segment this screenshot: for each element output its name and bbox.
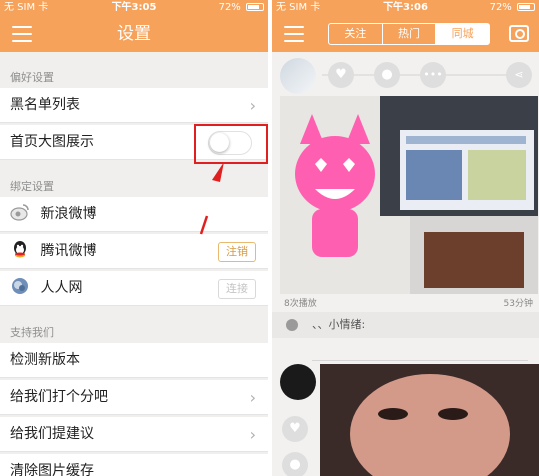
tencent-qq-icon <box>14 241 26 258</box>
feedback-row[interactable]: 给我们提建议 › <box>0 417 268 452</box>
media-bottom-panel <box>410 216 538 294</box>
feedback-label: 给我们提建议 <box>10 426 94 442</box>
settings-nav-bar: 设置 <box>0 16 268 52</box>
section-title-binding: 绑定设置 <box>10 180 54 193</box>
status-bar: 无 SIM 卡 下午3:06 72% <box>272 0 539 16</box>
battery-indicator: 72% <box>490 0 535 16</box>
comment-icon[interactable]: ● <box>282 452 308 476</box>
share-icon[interactable]: ⋖ <box>506 62 532 88</box>
tab-hot[interactable]: 热门 <box>383 24 437 44</box>
renren-row: 人人网 连接 <box>0 271 268 306</box>
chevron-right-icon: › <box>249 425 256 444</box>
blacklist-row[interactable]: 黑名单列表 › <box>0 88 268 123</box>
settings-screen: 无 SIM 卡 下午3:05 72% 设置 偏好设置 黑名单列表 › 首页大图展… <box>0 0 268 476</box>
sina-weibo-icon <box>10 204 29 221</box>
post-media[interactable] <box>320 364 539 476</box>
section-title-support: 支持我们 <box>10 326 54 339</box>
clear-cache-row[interactable]: 清除图片缓存 <box>0 454 268 476</box>
battery-icon <box>517 3 535 11</box>
comment-icon[interactable]: ● <box>374 62 400 88</box>
heart-icon[interactable]: ♥ <box>282 416 308 442</box>
battery-percent: 72% <box>218 2 241 13</box>
chevron-right-icon: › <box>249 96 256 115</box>
rate-us-row[interactable]: 给我们打个分吧 › <box>0 380 268 415</box>
divider <box>312 360 528 361</box>
tencent-weibo-label: 腾讯微博 <box>40 243 97 259</box>
speaker-icon <box>286 319 298 331</box>
camera-icon[interactable] <box>509 25 529 42</box>
renren-label: 人人网 <box>40 280 83 296</box>
rate-us-label: 给我们打个分吧 <box>10 389 108 405</box>
clear-cache-label: 清除图片缓存 <box>10 463 94 476</box>
caption-text: 、、小情绪: <box>312 318 366 331</box>
battery-percent: 72% <box>489 2 512 13</box>
monitor-screenshot <box>400 130 534 210</box>
heart-icon[interactable]: ♥ <box>328 62 354 88</box>
renren-connect-button[interactable]: 连接 <box>218 279 256 299</box>
battery-indicator: 72% <box>219 0 264 16</box>
toggle-highlight-box <box>194 124 268 164</box>
post-time: 53分钟 <box>503 299 533 309</box>
renren-icon <box>12 278 28 294</box>
pink-toy-figure <box>295 114 375 257</box>
media-screen-panel <box>380 96 538 216</box>
page-title: 设置 <box>117 24 151 44</box>
tencent-logout-button[interactable]: 注销 <box>218 242 256 262</box>
status-bar: 无 SIM 卡 下午3:05 72% <box>0 0 268 16</box>
sina-weibo-label: 新浪微博 <box>40 206 97 222</box>
post-caption: 、、小情绪: <box>272 312 539 338</box>
menu-icon[interactable] <box>284 26 304 42</box>
check-version-row[interactable]: 检测新版本 <box>0 343 268 378</box>
annotation-arrow <box>199 162 224 235</box>
homepage-big-image-label: 首页大图展示 <box>10 134 94 150</box>
post-media[interactable] <box>280 96 538 294</box>
avatar[interactable] <box>280 58 316 94</box>
feed-nav-bar: 关注 热门 同城 <box>272 16 539 52</box>
feed-tabs: 关注 热门 同城 <box>328 23 490 45</box>
chevron-right-icon: › <box>249 388 256 407</box>
battery-icon <box>246 3 264 11</box>
check-version-label: 检测新版本 <box>10 352 80 368</box>
more-icon[interactable]: ••• <box>420 62 446 88</box>
feed-screen: 无 SIM 卡 下午3:06 72% 关注 热门 同城 ♥ ● ••• ⋖ 8次… <box>272 0 539 476</box>
tab-local[interactable]: 同城 <box>436 24 490 44</box>
section-title-preferences: 偏好设置 <box>10 71 54 84</box>
tab-follow[interactable]: 关注 <box>329 24 383 44</box>
play-count: 8次播放 <box>284 299 317 309</box>
avatar[interactable] <box>280 364 316 400</box>
blacklist-label: 黑名单列表 <box>10 97 80 113</box>
